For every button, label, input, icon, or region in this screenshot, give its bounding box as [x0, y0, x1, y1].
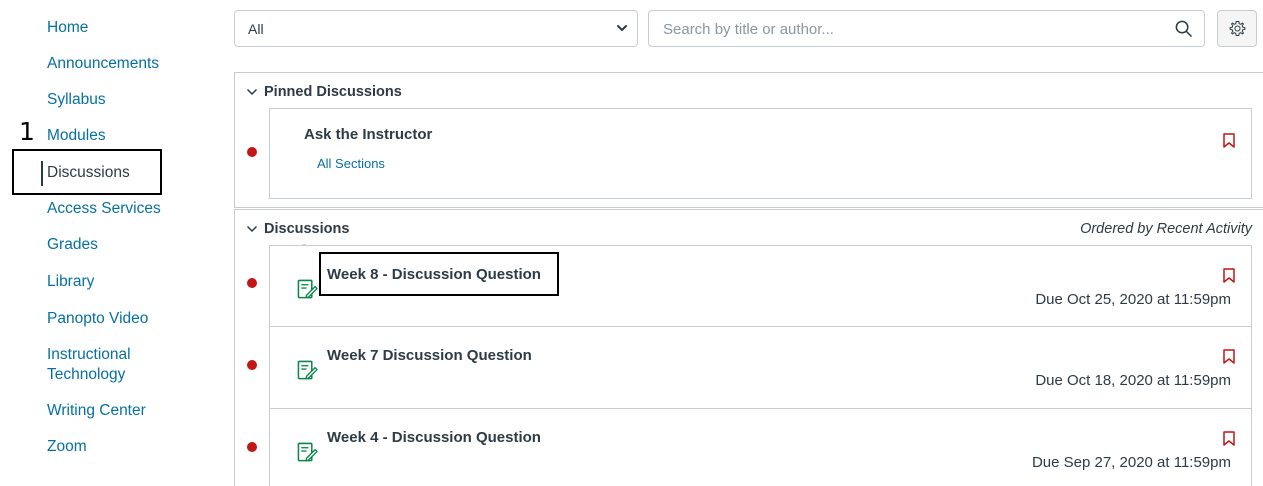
- nav-item-announcements[interactable]: Announcements: [47, 54, 159, 74]
- assignment-discussion-icon: [297, 279, 318, 299]
- nav-item-instructional-technology[interactable]: Instructional Technology: [47, 345, 131, 385]
- bookmark-icon[interactable]: [1223, 133, 1235, 148]
- nav-item-modules[interactable]: Modules: [47, 126, 106, 146]
- discussion-filter-select[interactable]: All: [234, 10, 638, 47]
- chevron-down-icon: [617, 25, 627, 31]
- chevron-down-icon: [246, 226, 258, 233]
- discussion-card[interactable]: Week 4 - Discussion Question Due Sep 27,…: [269, 408, 1252, 486]
- annotation-box-1: [12, 149, 162, 195]
- discussions-toggle[interactable]: Discussions: [246, 221, 349, 237]
- due-date: Due Oct 18, 2020 at 11:59pm: [1035, 372, 1231, 389]
- discussion-title[interactable]: Week 4 - Discussion Question: [327, 429, 541, 446]
- discussion-card[interactable]: Week 7 Discussion Question Due Oct 18, 2…: [269, 326, 1252, 409]
- unread-indicator: [247, 147, 257, 157]
- bookmark-icon[interactable]: [1223, 268, 1235, 283]
- assignment-discussion-icon: [297, 442, 318, 462]
- unread-indicator: [247, 442, 257, 452]
- nav-item-library[interactable]: Library: [47, 272, 94, 292]
- chevron-down-icon: [246, 89, 258, 96]
- filter-value: All: [248, 21, 264, 37]
- nav-item-panopto-video[interactable]: Panopto Video: [47, 309, 148, 329]
- search-icon[interactable]: [1174, 19, 1193, 38]
- nav-item-label-line1: Instructional: [47, 346, 131, 363]
- pinned-discussion-card[interactable]: Ask the Instructor All Sections: [269, 108, 1252, 199]
- course-navigation: Home Announcements Syllabus Modules Disc…: [0, 0, 220, 486]
- pinned-discussions-toggle[interactable]: Pinned Discussions: [246, 84, 402, 100]
- discussion-title[interactable]: Ask the Instructor: [304, 126, 432, 143]
- discussions-heading: Discussions: [264, 221, 350, 237]
- nav-item-zoom[interactable]: Zoom: [47, 437, 87, 457]
- nav-item-access-services[interactable]: Access Services: [47, 199, 161, 219]
- pinned-discussions-heading: Pinned Discussions: [264, 84, 402, 100]
- assignment-discussion-icon: [297, 360, 318, 380]
- annotation-number-1: 1: [19, 117, 35, 146]
- search-input[interactable]: Search by title or author...: [648, 10, 1205, 47]
- discussion-sections[interactable]: All Sections: [317, 156, 385, 171]
- bookmark-icon[interactable]: [1223, 431, 1235, 446]
- nav-item-syllabus[interactable]: Syllabus: [47, 90, 106, 110]
- unread-indicator: [247, 360, 257, 370]
- search-placeholder: Search by title or author...: [663, 21, 834, 38]
- nav-item-home[interactable]: Home: [47, 18, 88, 38]
- annotation-box-2: [319, 252, 559, 296]
- bookmark-icon[interactable]: [1223, 349, 1235, 364]
- discussion-title[interactable]: Week 7 Discussion Question: [327, 347, 532, 364]
- nav-item-grades[interactable]: Grades: [47, 235, 98, 255]
- sort-order-label: Ordered by Recent Activity: [1080, 221, 1252, 237]
- gear-icon: [1229, 21, 1246, 36]
- settings-button[interactable]: [1217, 10, 1257, 47]
- nav-item-writing-center[interactable]: Writing Center: [47, 401, 146, 421]
- due-date: Due Sep 27, 2020 at 11:59pm: [1031, 454, 1231, 471]
- unread-indicator: [247, 278, 257, 288]
- nav-item-label-line2: Technology: [47, 366, 126, 383]
- due-date: Due Oct 25, 2020 at 11:59pm: [1035, 291, 1231, 308]
